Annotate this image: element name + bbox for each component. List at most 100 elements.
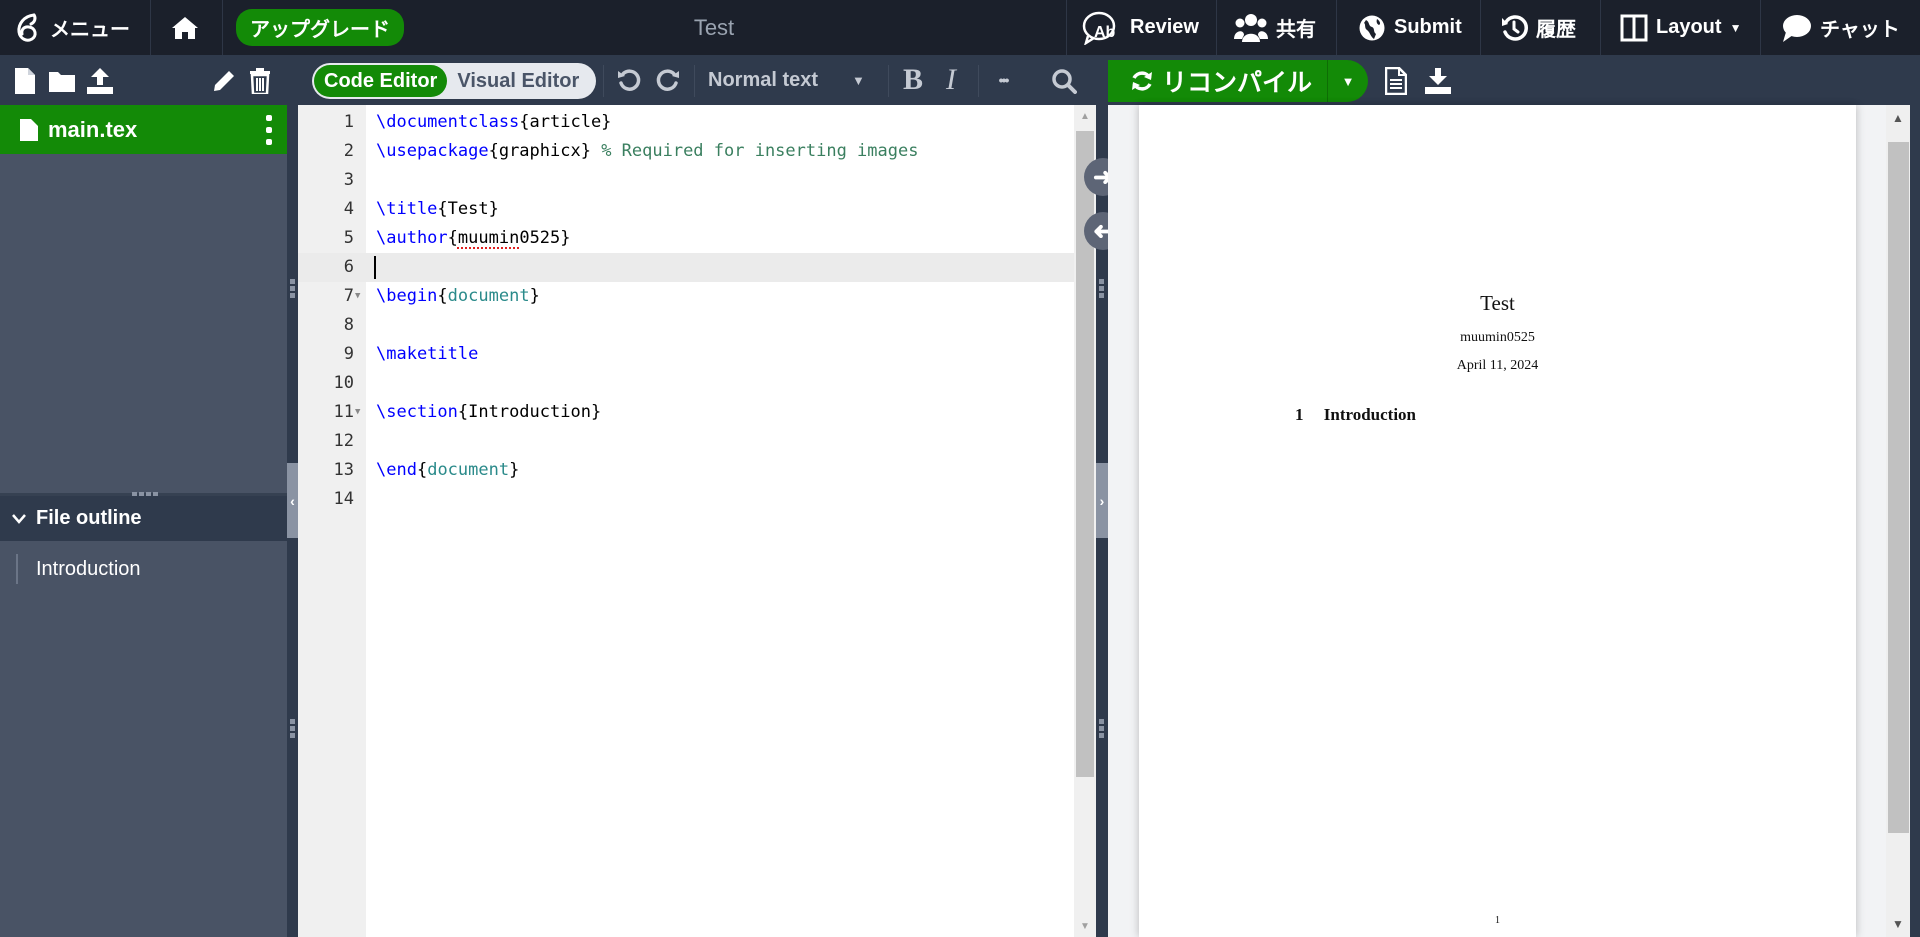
code-text: \usepackage{graphicx} % Required for ins… bbox=[376, 137, 918, 166]
pdf-page-number: 1 bbox=[1495, 915, 1500, 926]
scroll-down-arrow-icon[interactable]: ▼ bbox=[1074, 917, 1096, 935]
line-number: 13 bbox=[333, 460, 354, 480]
caret-down-icon: ▼ bbox=[1729, 20, 1742, 35]
code-line[interactable]: 7 ▼ \begin{document} bbox=[298, 282, 1074, 311]
pdf-section-number: 1 bbox=[1295, 405, 1304, 424]
code-line[interactable]: 4 \title{Test} bbox=[298, 195, 1074, 224]
code-editor[interactable]: 1 \documentclass{article} 2 \usepackage{gra… bbox=[298, 105, 1074, 937]
trash-icon bbox=[249, 68, 271, 94]
view-logs-button[interactable] bbox=[1382, 66, 1410, 96]
fold-toggle-icon[interactable]: ▼ bbox=[355, 398, 360, 427]
code-text: \end{document} bbox=[376, 456, 519, 485]
code-line[interactable]: 3 bbox=[298, 166, 1074, 195]
latex-command: \begin bbox=[376, 286, 438, 306]
grip-icon bbox=[1099, 279, 1104, 298]
bold-button[interactable]: B bbox=[898, 63, 928, 97]
recompile-button[interactable]: リコンパイル bbox=[1108, 60, 1328, 102]
undo-button[interactable] bbox=[614, 65, 644, 95]
upload-button[interactable] bbox=[86, 67, 114, 95]
code-editor-tab[interactable]: Code Editor bbox=[314, 65, 448, 97]
download-pdf-button[interactable] bbox=[1424, 66, 1452, 96]
spelling-error: muumin bbox=[457, 228, 520, 248]
code-token: { bbox=[437, 286, 448, 306]
pdf-author: muumin0525 bbox=[1460, 330, 1535, 345]
code-token: } bbox=[529, 286, 540, 306]
code-line[interactable]: 8 bbox=[298, 311, 1074, 340]
code-line[interactable]: 14 bbox=[298, 485, 1074, 514]
review-button[interactable]: Ab Review bbox=[1082, 0, 1199, 55]
divider bbox=[888, 65, 889, 97]
file-outline-header[interactable]: File outline bbox=[0, 496, 287, 541]
line-number: 9 bbox=[343, 344, 354, 364]
file-menu-kebab-icon[interactable] bbox=[265, 115, 273, 145]
line-number: 11 bbox=[333, 402, 354, 422]
code-line[interactable]: 13 \end{document} bbox=[298, 456, 1074, 485]
latex-environment: document bbox=[447, 286, 530, 306]
submit-label: Submit bbox=[1394, 16, 1462, 38]
recompile-options-button[interactable]: ▼ bbox=[1328, 60, 1368, 102]
collapse-preview-chevron-right-icon[interactable]: › bbox=[1096, 463, 1108, 538]
pdf-scrollbar[interactable]: ▲ ▼ bbox=[1886, 105, 1910, 937]
code-line[interactable]: 12 bbox=[298, 427, 1074, 456]
fold-toggle-icon[interactable]: ▼ bbox=[355, 282, 360, 311]
review-label: Review bbox=[1130, 16, 1199, 38]
divider bbox=[1216, 0, 1217, 55]
code-line[interactable]: 2 \usepackage{graphicx} % Required for in… bbox=[298, 137, 1074, 166]
line-number: 12 bbox=[333, 431, 354, 451]
italic-button[interactable]: I bbox=[936, 63, 966, 97]
scroll-up-arrow-icon[interactable]: ▲ bbox=[1074, 107, 1096, 125]
history-icon bbox=[1500, 14, 1528, 42]
share-button[interactable]: 共有 bbox=[1234, 0, 1316, 55]
text-style-dropdown[interactable]: Normal text ▼ bbox=[708, 55, 865, 105]
pdf-section-heading: 1 Introduction bbox=[1295, 405, 1416, 425]
code-token: {graphicx} bbox=[488, 141, 602, 161]
code-line[interactable]: 1 \documentclass{article} bbox=[298, 108, 1074, 137]
latex-command: \title bbox=[376, 199, 438, 219]
chat-bubble-icon bbox=[1780, 13, 1812, 43]
search-button[interactable] bbox=[1048, 65, 1080, 97]
pdf-scrollbar-thumb[interactable] bbox=[1888, 142, 1909, 833]
caret-down-icon: ▼ bbox=[1341, 73, 1355, 89]
code-line[interactable]: 10 bbox=[298, 369, 1074, 398]
more-options-button[interactable]: ••• bbox=[988, 65, 1018, 95]
history-button[interactable]: 履歴 bbox=[1500, 0, 1576, 55]
code-line[interactable]: 11 ▼ \section{Introduction} bbox=[298, 398, 1074, 427]
code-text: \section{Introduction} bbox=[376, 398, 601, 427]
line-number: 8 bbox=[343, 315, 354, 335]
pdf-page[interactable]: Test muumin0525 April 11, 2024 1 Introdu… bbox=[1139, 105, 1856, 937]
code-line[interactable]: 6 bbox=[298, 253, 1074, 282]
sidebar-splitter[interactable]: ‹ bbox=[287, 105, 298, 937]
new-file-button[interactable] bbox=[12, 67, 38, 95]
code-line[interactable]: 5 \author{muumin0525} bbox=[298, 224, 1074, 253]
redo-button[interactable] bbox=[653, 65, 683, 95]
file-icon bbox=[20, 118, 38, 141]
collapse-sidebar-chevron-left-icon[interactable]: ‹ bbox=[287, 463, 298, 538]
rename-button[interactable] bbox=[210, 67, 238, 95]
chat-button[interactable]: チャット bbox=[1780, 0, 1900, 55]
delete-button[interactable] bbox=[246, 67, 274, 95]
new-folder-button[interactable] bbox=[48, 67, 76, 95]
layout-button[interactable]: Layout ▼ bbox=[1620, 0, 1741, 55]
line-number: 10 bbox=[333, 373, 354, 393]
file-outline-title: File outline bbox=[36, 507, 142, 529]
chevron-down-icon bbox=[12, 513, 26, 524]
code-token: { bbox=[416, 460, 428, 480]
scroll-down-arrow-icon[interactable]: ▼ bbox=[1886, 915, 1910, 933]
redo-icon bbox=[656, 68, 680, 92]
code-text: \maketitle bbox=[376, 340, 478, 369]
outline-item-introduction[interactable]: Introduction bbox=[16, 554, 141, 584]
file-tree-item-main-tex[interactable]: main.tex bbox=[0, 105, 287, 154]
code-line[interactable]: 9 \maketitle bbox=[298, 340, 1074, 369]
project-title[interactable]: Test bbox=[0, 0, 1428, 55]
line-number: 5 bbox=[343, 228, 354, 248]
visual-editor-tab[interactable]: Visual Editor bbox=[447, 65, 589, 97]
line-number: 6 bbox=[343, 257, 354, 277]
divider bbox=[978, 65, 979, 97]
pdf-preview: Test muumin0525 April 11, 2024 1 Introdu… bbox=[1108, 105, 1920, 937]
share-label: 共有 bbox=[1276, 19, 1316, 41]
divider bbox=[1600, 0, 1601, 55]
code-token: {Test} bbox=[437, 199, 499, 219]
submit-button[interactable]: Submit bbox=[1358, 0, 1462, 55]
recompile-label: リコンパイル bbox=[1162, 69, 1313, 97]
scroll-up-arrow-icon[interactable]: ▲ bbox=[1886, 109, 1910, 127]
